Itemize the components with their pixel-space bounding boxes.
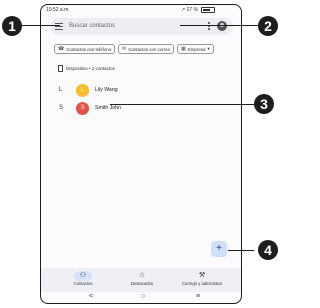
status-time: 10:52 a.m. <box>46 7 70 13</box>
home-icon[interactable]: ○ <box>141 293 145 300</box>
wrench-icon: ⚒ <box>198 272 206 279</box>
person-icon: ⚇ <box>74 271 92 281</box>
chip-phone-contacts[interactable]: ☎ Contactos con teléfono <box>54 44 116 54</box>
account-avatar[interactable] <box>217 21 227 31</box>
section-letter: S <box>59 105 64 111</box>
chip-label: Contactos con correo <box>128 46 171 52</box>
callout-2: 2 <box>258 16 278 36</box>
callout-leader <box>228 250 254 251</box>
chip-label: Empresa <box>187 46 206 52</box>
callout-leader <box>22 25 60 26</box>
search-bar[interactable]: Buscar contactos <box>50 18 233 35</box>
list-item[interactable]: L L Lily Wang <box>59 83 118 97</box>
nav-label: Destacados <box>130 281 154 286</box>
callout-leader <box>110 104 260 105</box>
callout-1: 1 <box>2 16 22 36</box>
nav-contacts[interactable]: ⚇ Contactos <box>53 271 113 286</box>
battery-text: ↗ 27 % <box>181 7 198 13</box>
nav-label: Corregir y administrar <box>181 281 223 286</box>
callout-leader <box>180 25 260 26</box>
contact-name: Lily Wang <box>95 87 118 93</box>
status-bar: 10:52 a.m. ↗ 27 % <box>41 5 241 15</box>
battery-icon <box>201 7 215 13</box>
callout-4: 4 <box>258 240 278 260</box>
callout-3: 3 <box>254 94 274 114</box>
chip-company[interactable]: ▦ Empresa ▾ <box>177 44 214 54</box>
device-header: Dispositivo • 2 contactos <box>58 65 115 72</box>
phone-icon: ☎ <box>58 46 65 52</box>
nav-fix-manage[interactable]: ⚒ Corregir y administrar <box>172 271 232 286</box>
more-options-icon[interactable] <box>208 22 210 31</box>
device-label: Dispositivo • 2 contactos <box>66 66 115 71</box>
star-box-icon: ☆ <box>138 272 146 279</box>
avatar: L <box>76 83 89 97</box>
mail-icon: ✉ <box>122 46 127 52</box>
bottom-navigation: ⚇ Contactos ☆ Destacados ⚒ Corregir y ad… <box>41 268 241 292</box>
contact-name: Smith John <box>95 105 121 111</box>
recents-icon[interactable]: ≡ <box>196 293 200 300</box>
avatar: S <box>76 101 89 115</box>
nav-label: Contactos <box>73 281 93 286</box>
device-icon <box>58 65 63 72</box>
system-navigation: < ○ ≡ <box>41 292 241 303</box>
chip-label: Contactos con teléfono <box>66 46 112 52</box>
search-input[interactable]: Buscar contactos <box>69 18 115 35</box>
phone-screen: 10:52 a.m. ↗ 27 % Buscar contactos ☎ Con… <box>40 4 242 304</box>
chevron-down-icon: ▾ <box>207 46 210 51</box>
business-icon: ▦ <box>181 46 186 52</box>
filter-chips: ☎ Contactos con teléfono ✉ Contactos con… <box>54 44 214 54</box>
back-icon[interactable]: < <box>89 293 93 300</box>
section-letter: L <box>59 87 63 93</box>
chip-email-contacts[interactable]: ✉ Contactos con correo <box>118 44 175 54</box>
nav-favorites[interactable]: ☆ Destacados <box>112 271 172 286</box>
add-contact-button[interactable]: + <box>211 241 227 257</box>
